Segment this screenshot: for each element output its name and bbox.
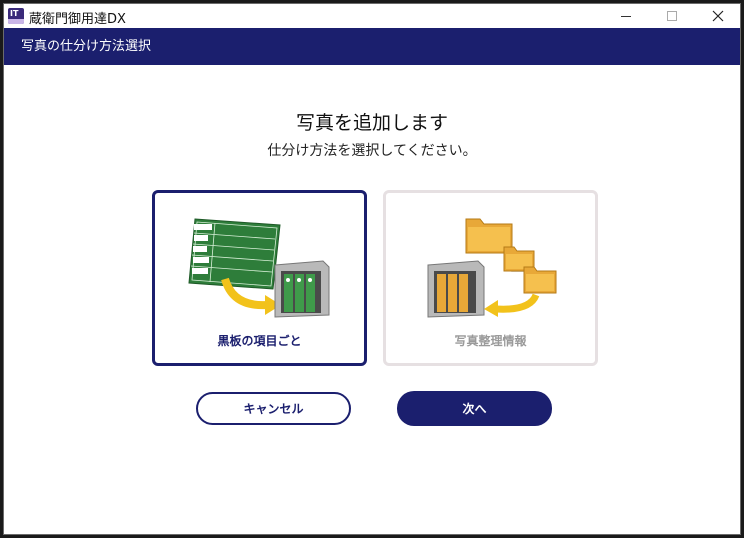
next-button[interactable]: 次へ [397, 391, 552, 426]
folder-cabinet-icon [427, 218, 557, 318]
cancel-button[interactable]: キャンセル [196, 392, 351, 425]
minimize-button[interactable] [602, 4, 650, 28]
app-window: IT 蔵衛門御用達DX 写真の仕分け方法選択 写真を追加します 仕分け方法を選択… [3, 3, 741, 535]
page-subheading: 仕分け方法を選択してください。 [267, 143, 477, 159]
blackboard-cabinet-icon [188, 218, 330, 318]
page-heading: 写真を追加します [295, 112, 448, 134]
window-title: 蔵衛門御用達DX [29, 12, 126, 27]
maximize-button[interactable] [648, 4, 696, 28]
maximize-icon [667, 11, 677, 21]
close-icon [712, 10, 724, 22]
option-card-photo-info[interactable]: 写真整理情報 [383, 190, 598, 366]
dialog-header: 写真の仕分け方法選択 [4, 28, 740, 65]
option-label-photo-info: 写真整理情報 [454, 334, 527, 348]
title-bar[interactable]: IT 蔵衛門御用達DX [4, 4, 740, 28]
minimize-icon [621, 15, 631, 17]
app-logo-icon: IT [8, 8, 24, 24]
option-label-blackboard: 黒板の項目ごと [217, 334, 302, 348]
option-card-blackboard[interactable]: 黒板の項目ごと [152, 190, 367, 366]
close-button[interactable] [694, 4, 742, 28]
